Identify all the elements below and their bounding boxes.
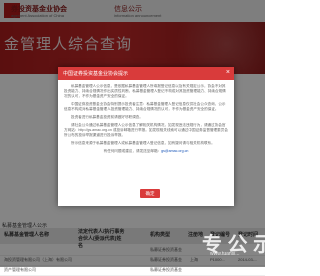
dialog-title: 中国证券投资基金业协会提示	[63, 71, 129, 77]
notice-paragraph: 所示信息来源于私募基金管理人或私募基金管理人登记信息，如有疑问请与相关机构联系。	[71, 141, 215, 145]
dialog-header: 中国证券投资基金业协会提示 ×	[58, 67, 234, 80]
notice-paragraph: 投资者进行私募基金投资前请做好尽职调查。	[71, 115, 143, 119]
notice-dialog: 中国证券投资基金业协会提示 × 私募基金管理人公示信息，是依据私募基金管理人所填…	[58, 67, 234, 206]
dialog-body: 私募基金管理人公示信息，是依据私募基金管理人所填报登记信息以及有关规定公示，协会…	[64, 84, 228, 184]
watermark: 专 公 示 www.tuansi...	[174, 228, 273, 258]
contact-line: 有任何问题或建议，请发送至邮箱：gs@amac.org.cn	[64, 149, 228, 154]
cell-name[interactable]: 资产管理有限公司	[4, 267, 36, 273]
notice-paragraph: 中国证券投资基金业协会特别提示投资者注意：私募基金管理人登记信息仅供社会公众查询…	[64, 102, 226, 111]
contact-email-link[interactable]: gs@amac.org.cn	[161, 149, 188, 153]
confirm-button[interactable]: 确定	[140, 189, 160, 198]
notice-paragraph: 请社会公众通过私募基金管理人公示信息了解相关机构情况，如发现违法违规行为，请通过…	[64, 123, 228, 137]
close-icon[interactable]: ×	[226, 69, 230, 77]
notice-paragraph: 私募基金管理人公示信息，是依据私募基金管理人所填报登记信息以及有关规定公示，协会…	[64, 84, 226, 98]
watermark-subtext: www.tuansi...	[210, 251, 240, 257]
cell-type: 私募证券投资基金	[150, 267, 182, 272]
contact-prefix: 有任何问题或建议，请发送至邮箱：	[103, 149, 162, 153]
